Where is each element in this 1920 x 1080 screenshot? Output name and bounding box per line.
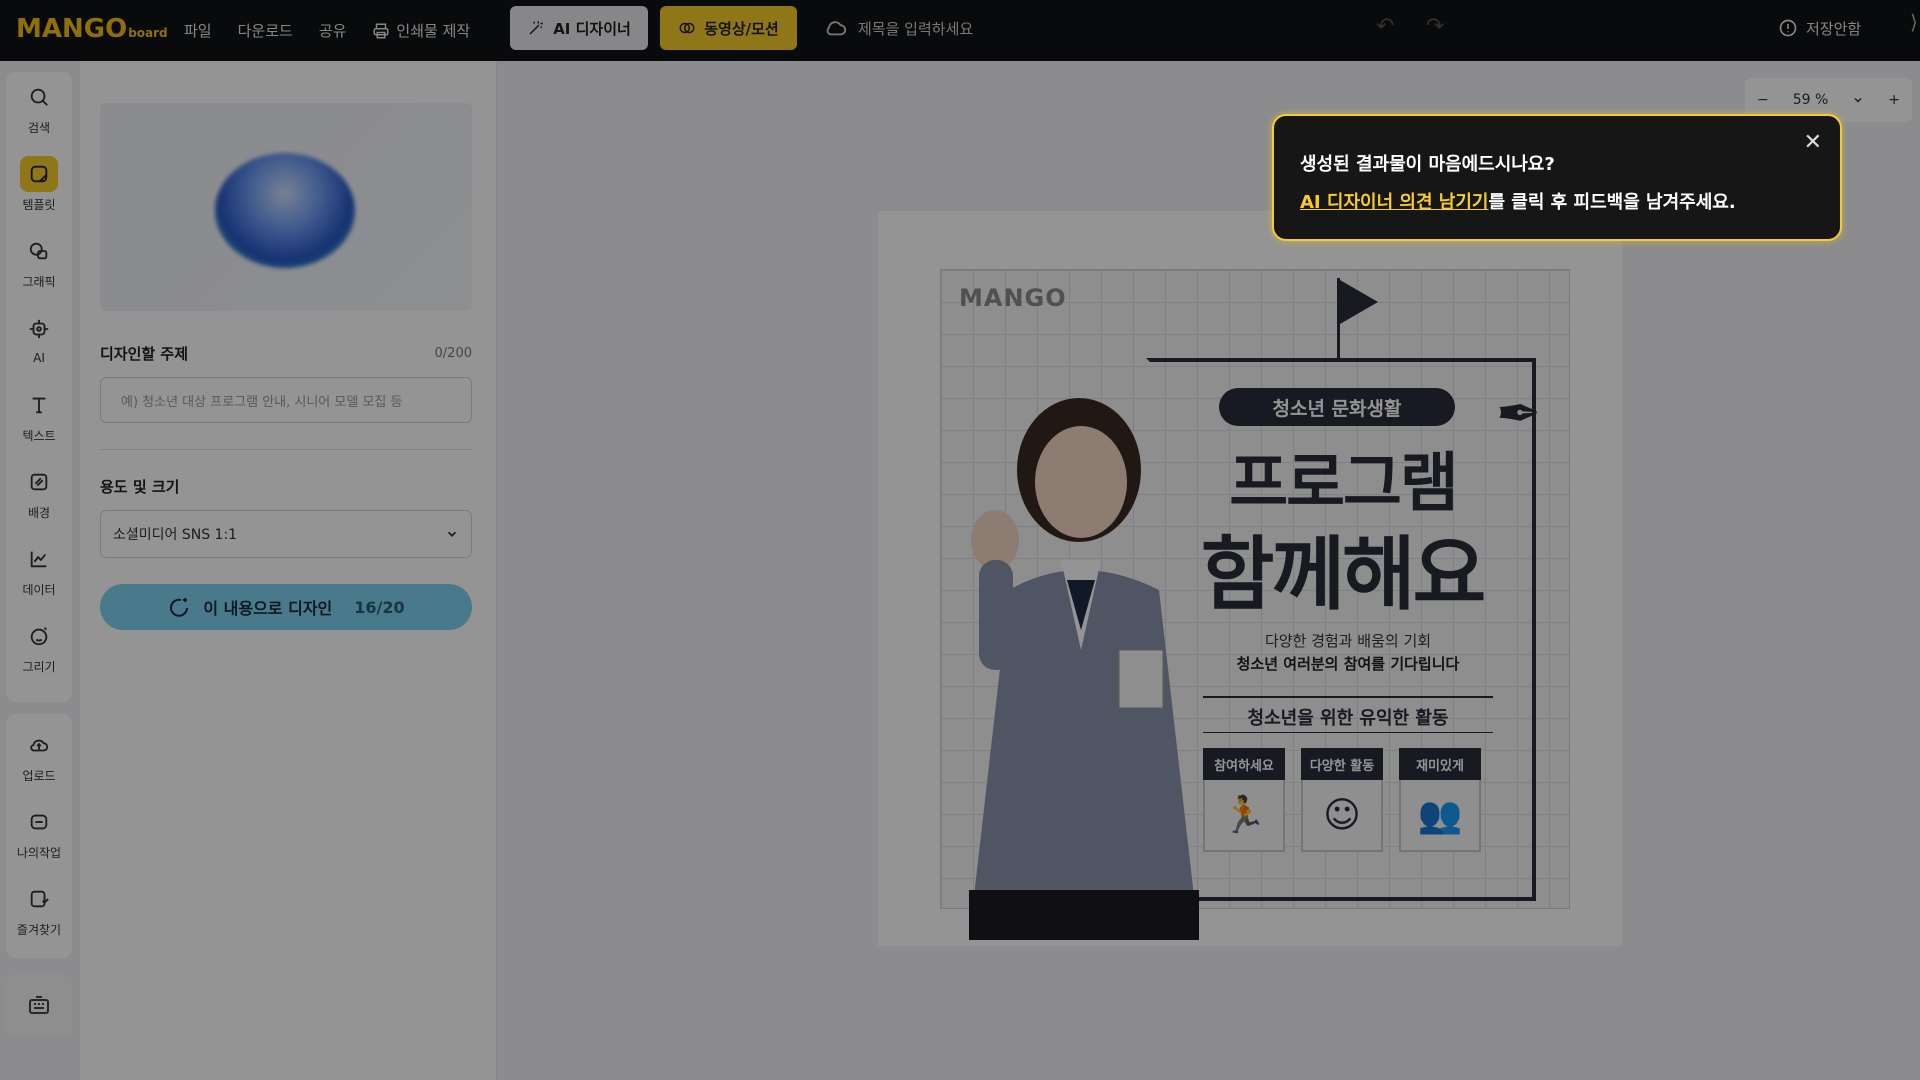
feedback-tooltip: 생성된 결과물이 마음에드시나요? AI 디자이너 의견 남기기를 클릭 후 피…: [1272, 114, 1842, 241]
close-icon[interactable]: ✕: [1804, 130, 1822, 155]
tooltip-line-2-rest: 를 클릭 후 피드백을 남겨주세요.: [1488, 192, 1736, 213]
tooltip-line-1: 생성된 결과물이 마음에드시나요?: [1300, 154, 1555, 175]
tooltip-line-2: AI 디자이너 의견 남기기를 클릭 후 피드백을 남겨주세요.: [1300, 188, 1814, 214]
feedback-link[interactable]: AI 디자이너 의견 남기기: [1300, 192, 1488, 213]
